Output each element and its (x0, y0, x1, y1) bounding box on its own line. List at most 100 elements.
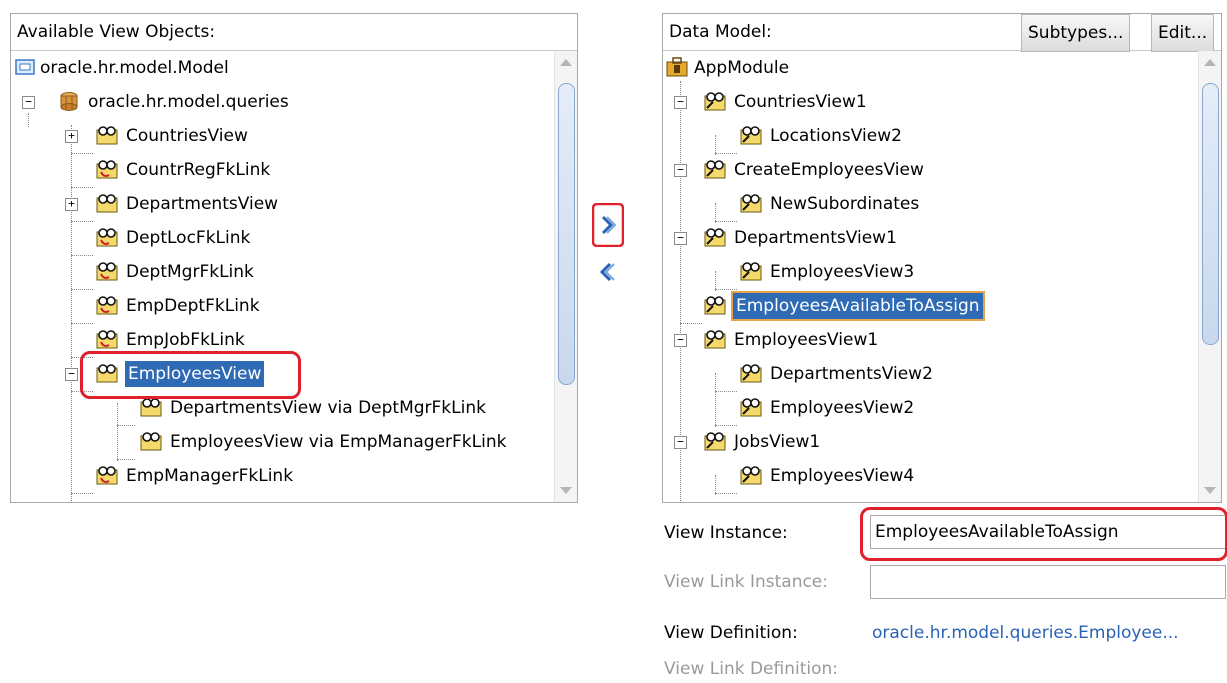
edit-button[interactable]: Edit... (1151, 14, 1215, 52)
right-panel-header: Data Model: Subtypes... Edit... (663, 14, 1221, 52)
tree-item-label: LocationsView2 (770, 126, 902, 146)
tree-item-label: oracle.hr.model.Model (40, 58, 229, 78)
tree-item-label: EmployeesView1 (734, 330, 879, 350)
view-link-definition-label: View Link Definition: (664, 659, 839, 679)
left-panel-header: Available View Objects: (11, 14, 577, 51)
tree-item-label: EmployeesView4 (770, 466, 915, 486)
tree-item-departmentsview2[interactable]: DepartmentsView2 (663, 357, 1193, 391)
collapse-icon[interactable]: − (674, 96, 687, 109)
briefcase-icon (666, 57, 688, 77)
tree-item-model[interactable]: oracle.hr.model.Model (11, 51, 551, 85)
view-instance-icon (740, 364, 762, 383)
package-icon (60, 92, 78, 111)
tree-item-countrregfklink[interactable]: CountrRegFkLink (11, 153, 551, 187)
tree-item-label: AppModule (694, 58, 790, 78)
tree-item-jobsview1[interactable]: − JobsView1 (663, 425, 1193, 459)
tree-item-departments-view[interactable]: + DepartmentsView (11, 187, 551, 221)
scroll-down-icon[interactable] (560, 487, 572, 494)
tree-item-employeesview1[interactable]: − EmployeesView1 (663, 323, 1193, 357)
tree-item-employeesavailabletoassign[interactable]: EmployeesAvailableToAssign (663, 289, 1193, 323)
tree-item-label: EmployeesAvailableToAssign (731, 291, 985, 321)
view-link-icon (96, 262, 118, 281)
view-instance-icon (704, 92, 726, 111)
view-instance-icon (740, 262, 762, 281)
view-instance-icon (740, 398, 762, 417)
collapse-icon[interactable]: − (674, 232, 687, 245)
tree-item-newsubordinates[interactable]: NewSubordinates (663, 187, 1193, 221)
tree-item-label: EmpManagerFkLink (126, 466, 294, 486)
available-view-objects-panel: Available View Objects: oracle.hr.model.… (10, 13, 578, 503)
scroll-up-icon[interactable] (1204, 59, 1216, 66)
tree-item-queries-package[interactable]: − oracle.hr.model.queries (11, 85, 551, 119)
available-view-objects-tree[interactable]: oracle.hr.model.Model − oracle.hr.model.… (11, 51, 555, 502)
tree-item-empmanagerfklink[interactable]: EmpManagerFkLink (11, 459, 551, 493)
view-instance-icon (740, 466, 762, 485)
view-instance-icon (704, 160, 726, 179)
tree-item-createemployeesview[interactable]: − CreateEmployeesView (663, 153, 1193, 187)
tree-item-label: EmpJobFkLink (126, 330, 245, 350)
view-object-icon (96, 194, 118, 213)
view-link-icon (96, 296, 118, 315)
tree-item-locationsview2[interactable]: LocationsView2 (663, 119, 1193, 153)
collapse-icon[interactable]: − (674, 334, 687, 347)
scroll-down-icon[interactable] (1204, 487, 1216, 494)
view-object-icon (96, 126, 118, 145)
tree-item-deptmgrfklink[interactable]: DeptMgrFkLink (11, 255, 551, 289)
subtypes-button[interactable]: Subtypes... (1021, 14, 1131, 52)
tree-item-appmodule[interactable]: AppModule (663, 51, 1193, 85)
view-instance-icon (704, 330, 726, 349)
view-definition-link[interactable]: oracle.hr.model.queries.Employee... (872, 623, 1179, 643)
folder-icon (15, 59, 35, 75)
tree-item-employeesview3[interactable]: EmployeesView3 (663, 255, 1193, 289)
collapse-icon[interactable]: − (674, 436, 687, 449)
chevron-right-icon[interactable] (592, 203, 624, 247)
view-link-instance-label: View Link Instance: (664, 572, 828, 592)
scroll-thumb[interactable] (1202, 83, 1219, 345)
tree-item-label: CountriesView (126, 126, 248, 146)
tree-item-employees-via-empmanager[interactable]: EmployeesView via EmpManagerFkLink (11, 425, 551, 459)
tree-item-empdeptfklink[interactable]: EmpDeptFkLink (11, 289, 551, 323)
view-instance-icon (704, 432, 726, 451)
view-link-icon (96, 330, 118, 349)
view-definition-label: View Definition: (664, 623, 798, 643)
employees-view-highlight (80, 351, 301, 399)
left-panel-title: Available View Objects: (17, 22, 216, 42)
view-instance-icon (740, 194, 762, 213)
tree-item-label: CountriesView1 (734, 92, 867, 112)
tree-item-label: EmployeesView3 (770, 262, 915, 282)
collapse-icon[interactable]: − (22, 96, 35, 109)
tree-item-employeesview4[interactable]: EmployeesView4 (663, 459, 1193, 493)
tree-item-countries-view[interactable]: + CountriesView (11, 119, 551, 153)
view-instance-label: View Instance: (664, 523, 788, 543)
tree-item-label: DepartmentsView (126, 194, 279, 214)
tree-item-countriesview1[interactable]: − CountriesView1 (663, 85, 1193, 119)
tree-item-label: oracle.hr.model.queries (88, 92, 289, 112)
tree-item-label: DepartmentsView1 (734, 228, 897, 248)
data-model-tree[interactable]: AppModule − CountriesView1 LocationsView… (663, 51, 1199, 502)
tree-item-label: EmployeesView via EmpManagerFkLink (170, 432, 507, 452)
view-link-icon (96, 466, 118, 485)
right-tree-scrollbar[interactable] (1198, 51, 1221, 502)
tree-item-deptlocfklink[interactable]: DeptLocFkLink (11, 221, 551, 255)
collapse-icon[interactable]: − (65, 368, 78, 381)
view-object-icon (140, 432, 162, 451)
tree-item-departmentsview1[interactable]: − DepartmentsView1 (663, 221, 1193, 255)
expand-icon[interactable]: + (65, 130, 78, 143)
chevron-left-icon[interactable] (596, 258, 620, 286)
view-instance-icon (740, 126, 762, 145)
data-model-panel: Data Model: Subtypes... Edit... AppModul… (662, 13, 1222, 503)
view-link-instance-field (870, 565, 1226, 599)
tree-item-label: DeptLocFkLink (126, 228, 251, 248)
scroll-thumb[interactable] (558, 83, 575, 385)
view-link-icon (96, 160, 118, 179)
tree-item-label: EmployeesView2 (770, 398, 915, 418)
collapse-icon[interactable]: − (674, 164, 687, 177)
view-instance-highlight (860, 507, 1227, 561)
tree-item-label: DepartmentsView2 (770, 364, 933, 384)
scroll-up-icon[interactable] (560, 59, 572, 66)
expand-icon[interactable]: + (65, 198, 78, 211)
left-tree-scrollbar[interactable] (554, 51, 577, 502)
view-instance-icon (704, 228, 726, 247)
tree-item-label: NewSubordinates (770, 194, 920, 214)
tree-item-employeesview2[interactable]: EmployeesView2 (663, 391, 1193, 425)
